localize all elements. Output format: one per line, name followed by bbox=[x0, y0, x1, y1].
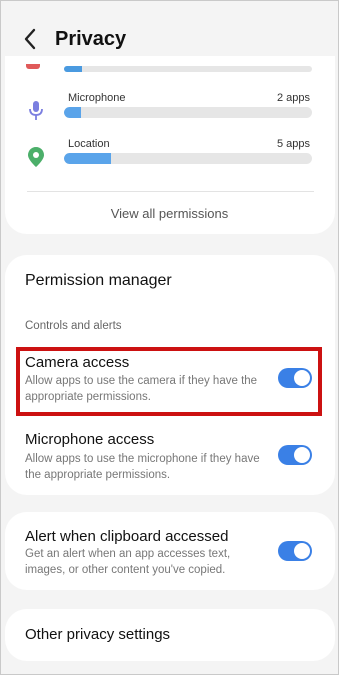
microphone-access-row[interactable]: Microphone access Allow apps to use the … bbox=[0, 431, 339, 487]
toggle-description: Get an alert when an app accesses text, … bbox=[25, 548, 231, 576]
back-button[interactable] bbox=[18, 26, 42, 52]
usage-count: 5 apps bbox=[276, 138, 310, 150]
toggle-title: Alert when clipboard accessed bbox=[25, 528, 229, 545]
partial-icon bbox=[26, 64, 40, 69]
highlight-annotation bbox=[16, 347, 322, 416]
usage-row-location[interactable]: Location 5 apps bbox=[0, 134, 339, 174]
chevron-left-icon bbox=[24, 28, 36, 50]
toggle-title: Microphone access bbox=[25, 431, 155, 448]
permission-manager-item[interactable]: Permission manager bbox=[25, 272, 172, 290]
usage-row-microphone[interactable]: Microphone 2 apps bbox=[0, 88, 339, 128]
toggle-description: Allow apps to use the microphone if they… bbox=[25, 453, 260, 481]
microphone-icon bbox=[29, 101, 43, 120]
toggle-knob bbox=[294, 543, 310, 559]
partial-usage-bar bbox=[64, 66, 312, 72]
section-header: Controls and alerts bbox=[25, 320, 122, 332]
usage-label: Microphone bbox=[68, 92, 126, 104]
usage-bar bbox=[64, 107, 312, 118]
clipboard-alert-toggle[interactable] bbox=[278, 541, 312, 561]
other-privacy-settings-item[interactable]: Other privacy settings bbox=[25, 626, 170, 643]
location-pin-icon bbox=[28, 147, 44, 167]
usage-bar-fill bbox=[64, 107, 82, 118]
toggle-knob bbox=[294, 447, 310, 463]
microphone-access-toggle[interactable] bbox=[278, 445, 312, 465]
usage-count: 2 apps bbox=[276, 92, 310, 104]
clipboard-alert-row[interactable]: Alert when clipboard accessed Get an ale… bbox=[0, 528, 339, 584]
usage-label: Location bbox=[68, 138, 110, 150]
usage-bar-fill bbox=[64, 153, 112, 164]
divider bbox=[27, 191, 314, 192]
view-all-permissions-button[interactable]: View all permissions bbox=[0, 206, 339, 221]
page-title: Privacy bbox=[55, 28, 127, 50]
usage-bar bbox=[64, 153, 312, 164]
